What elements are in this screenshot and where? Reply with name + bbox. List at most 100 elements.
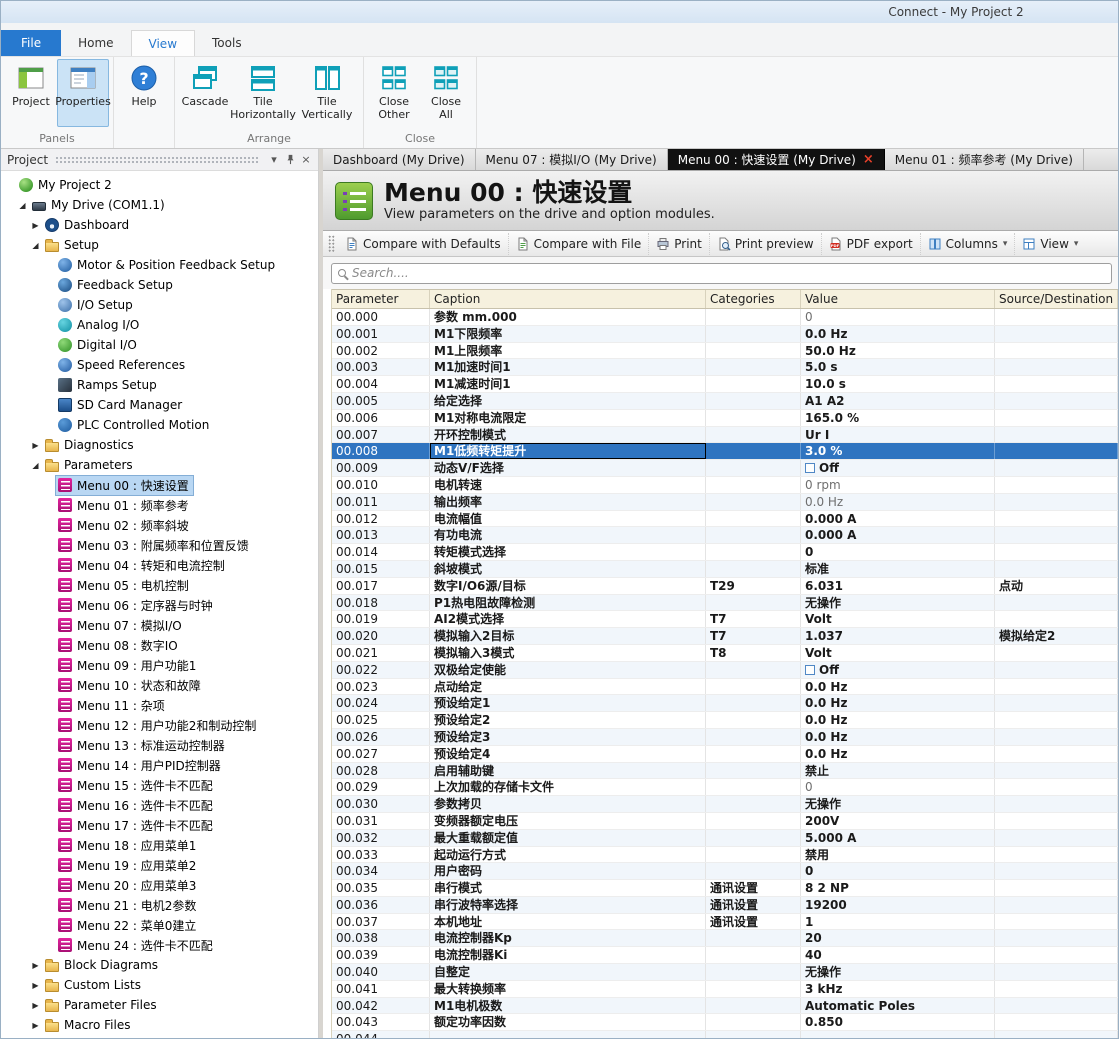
checkbox-unchecked[interactable] [805, 463, 815, 473]
tree-item-diagnostics[interactable]: ▶Diagnostics [1, 435, 318, 455]
parameter-row[interactable]: 00.010电机转速0 rpm [332, 477, 1118, 494]
tree-expander-icon[interactable]: ▶ [29, 1021, 42, 1030]
document-tab-menu-01-my-drive[interactable]: Menu 01 : 频率参考 (My Drive) [885, 149, 1084, 170]
tree-item-menu-00[interactable]: Menu 00 : 快速设置 [1, 475, 318, 495]
tree-item-menu-04[interactable]: Menu 04 : 转矩和电流控制 [1, 555, 318, 575]
tree-item-dashboard[interactable]: ▶Dashboard [1, 215, 318, 235]
document-tab-menu-07-i-o-my-drive[interactable]: Menu 07 : 模拟I/O (My Drive) [476, 149, 668, 170]
ribbon-tab-file[interactable]: File [1, 30, 61, 56]
value-cell[interactable]: 5.0 s [801, 359, 995, 375]
value-cell[interactable]: 0.000 A [801, 511, 995, 527]
parameter-row[interactable]: 00.028启用辅助键禁止 [332, 763, 1118, 780]
value-cell[interactable]: 1 [801, 914, 995, 930]
value-cell[interactable]: 0.0 Hz [801, 326, 995, 342]
value-cell[interactable]: 0.0 Hz [801, 712, 995, 728]
pdf-export-button[interactable]: PDFPDF export [821, 233, 920, 255]
value-cell[interactable]: Automatic Poles [801, 998, 995, 1014]
tree-item-menu-16[interactable]: Menu 16 : 选件卡不匹配 [1, 795, 318, 815]
parameter-row[interactable]: 00.017数字I/O6源/目标T296.031点动 [332, 578, 1118, 595]
parameter-row[interactable]: 00.029上次加载的存储卡文件0 [332, 779, 1118, 796]
parameter-row[interactable]: 00.011输出频率0.0 Hz [332, 494, 1118, 511]
tree-expander-icon[interactable]: ▶ [29, 1001, 42, 1010]
compare-with-file-button[interactable]: Compare with File [508, 233, 649, 255]
value-cell[interactable] [801, 1031, 995, 1039]
parameter-row[interactable]: 00.036串行波特率选择通讯设置19200 [332, 897, 1118, 914]
tree-item-menu-01[interactable]: Menu 01 : 频率参考 [1, 495, 318, 515]
parameter-row[interactable]: 00.018P1热电阻故障检测无操作 [332, 595, 1118, 612]
parameter-row[interactable]: 00.019AI2模式选择T7Volt [332, 611, 1118, 628]
value-cell[interactable]: 0 rpm [801, 477, 995, 493]
parameter-row[interactable]: 00.027预设给定40.0 Hz [332, 746, 1118, 763]
checkbox-unchecked[interactable] [805, 665, 815, 675]
parameter-row[interactable]: 00.041最大转换频率3 kHz [332, 981, 1118, 998]
parameter-row[interactable]: 00.035串行模式通讯设置8 2 NP [332, 880, 1118, 897]
pin-icon[interactable] [282, 152, 298, 168]
tree-item-menu-19-2[interactable]: Menu 19 : 应用菜单2 [1, 855, 318, 875]
value-cell[interactable]: 0.0 Hz [801, 494, 995, 510]
tile-horizontally-button[interactable]: Tile Horizontally [231, 59, 295, 127]
parameter-row[interactable]: 00.015斜坡模式标准 [332, 561, 1118, 578]
tree-item-my-drive-com1-1[interactable]: ◢My Drive (COM1.1) [1, 195, 318, 215]
parameter-row[interactable]: 00.008M1低频转矩提升3.0 % [332, 443, 1118, 460]
value-cell[interactable]: 0 [801, 544, 995, 560]
parameter-row[interactable]: 00.044 [332, 1031, 1118, 1039]
tree-item-custom-lists[interactable]: ▶Custom Lists [1, 975, 318, 995]
value-cell[interactable]: 标准 [801, 561, 995, 577]
tree-item-menu-24[interactable]: Menu 24 : 选件卡不匹配 [1, 935, 318, 955]
parameter-row[interactable]: 00.039电流控制器Ki40 [332, 947, 1118, 964]
value-cell[interactable]: 5.000 A [801, 830, 995, 846]
parameter-row[interactable]: 00.007开环控制模式Ur I [332, 427, 1118, 444]
value-cell[interactable]: 3.0 % [801, 443, 995, 459]
tree-item-speed-references[interactable]: Speed References [1, 355, 318, 375]
column-header-source-destination[interactable]: Source/Destination [995, 290, 1118, 308]
properties-button[interactable]: Properties [57, 59, 109, 127]
tree-item-digital-i-o[interactable]: Digital I/O [1, 335, 318, 355]
value-cell[interactable]: 禁止 [801, 763, 995, 779]
value-cell[interactable]: 3 kHz [801, 981, 995, 997]
tree-item-menu-09-1[interactable]: Menu 09 : 用户功能1 [1, 655, 318, 675]
parameter-row[interactable]: 00.040自整定无操作 [332, 964, 1118, 981]
value-cell[interactable]: 40 [801, 947, 995, 963]
value-cell[interactable]: 0.0 Hz [801, 729, 995, 745]
tile-vertically-button[interactable]: Tile Vertically [295, 59, 359, 127]
tree-item-menu-10[interactable]: Menu 10 : 状态和故障 [1, 675, 318, 695]
tree-expander-icon[interactable]: ▶ [29, 221, 42, 230]
panel-close-icon[interactable]: × [298, 152, 314, 168]
tree-item-ramps-setup[interactable]: Ramps Setup [1, 375, 318, 395]
value-cell[interactable]: Volt [801, 645, 995, 661]
tree-item-plc-controlled-motion[interactable]: PLC Controlled Motion [1, 415, 318, 435]
parameter-row[interactable]: 00.006M1对称电流限定165.0 % [332, 410, 1118, 427]
tree-expander-icon[interactable]: ◢ [16, 201, 29, 210]
tree-item-i-o-setup[interactable]: I/O Setup [1, 295, 318, 315]
value-cell[interactable]: 无操作 [801, 964, 995, 980]
parameter-row[interactable]: 00.002M1上限频率50.0 Hz [332, 343, 1118, 360]
print-button[interactable]: Print [648, 233, 709, 255]
tree-item-sd-card-manager[interactable]: SD Card Manager [1, 395, 318, 415]
tree-item-menu-03[interactable]: Menu 03 : 附属频率和位置反馈 [1, 535, 318, 555]
tree-item-menu-21-2[interactable]: Menu 21 : 电机2参数 [1, 895, 318, 915]
value-cell[interactable]: Volt [801, 611, 995, 627]
tree-item-macro-files[interactable]: ▶Macro Files [1, 1015, 318, 1035]
value-cell[interactable]: 8 2 NP [801, 880, 995, 896]
value-cell[interactable]: 50.0 Hz [801, 343, 995, 359]
tree-expander-icon[interactable]: ◢ [29, 461, 42, 470]
ribbon-tab-view[interactable]: View [131, 30, 195, 56]
parameter-row[interactable]: 00.024预设给定10.0 Hz [332, 695, 1118, 712]
tree-item-menu-22-0[interactable]: Menu 22 : 菜单0建立 [1, 915, 318, 935]
parameter-row[interactable]: 00.023点动给定0.0 Hz [332, 679, 1118, 696]
value-cell[interactable]: Off [801, 460, 995, 476]
parameter-row[interactable]: 00.000参数 mm.0000 [332, 309, 1118, 326]
value-cell[interactable]: 0.850 [801, 1014, 995, 1030]
panel-menu-dropdown-icon[interactable]: ▾ [266, 152, 282, 168]
tree-item-menu-05[interactable]: Menu 05 : 电机控制 [1, 575, 318, 595]
value-cell[interactable]: 0.0 Hz [801, 746, 995, 762]
parameter-row[interactable]: 00.026预设给定30.0 Hz [332, 729, 1118, 746]
tree-item-menu-06[interactable]: Menu 06 : 定序器与时钟 [1, 595, 318, 615]
parameter-row[interactable]: 00.022双极给定使能Off [332, 662, 1118, 679]
value-cell[interactable]: 0 [801, 779, 995, 795]
columns-button[interactable]: Columns▾ [920, 233, 1015, 255]
column-header-categories[interactable]: Categories [706, 290, 801, 308]
compare-with-defaults-button[interactable]: Compare with Defaults [338, 233, 508, 255]
value-cell[interactable]: 无操作 [801, 796, 995, 812]
ribbon-tab-home[interactable]: Home [61, 30, 130, 56]
